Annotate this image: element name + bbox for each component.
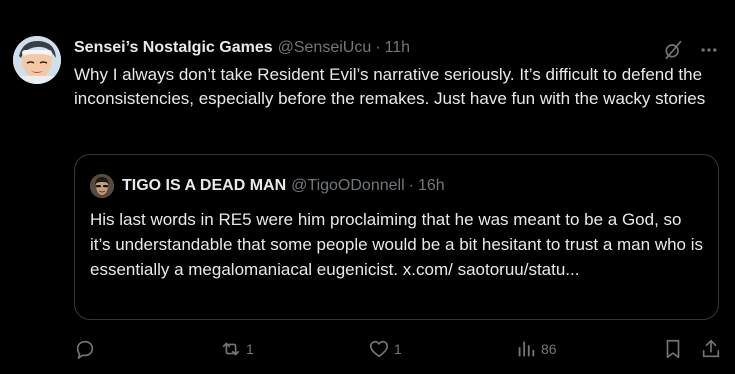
repost-icon [220, 338, 242, 360]
reply-button[interactable] [74, 336, 100, 362]
separator-dot: · [408, 177, 414, 194]
like-count: 1 [394, 341, 402, 357]
bookmark-button[interactable] [662, 336, 684, 362]
like-button[interactable]: 1 [368, 336, 402, 362]
repost-count: 1 [246, 341, 254, 357]
share-icon [700, 338, 722, 360]
quote-author-avatar[interactable] [90, 174, 114, 198]
author-handle[interactable]: @SenseiUcu [278, 39, 372, 57]
views-button[interactable]: 86 [515, 336, 557, 362]
reply-icon [74, 338, 96, 360]
post-time[interactable]: 11h [385, 39, 411, 57]
quote-author-name[interactable]: TIGO IS A DEAD MAN [122, 177, 286, 195]
views-count: 86 [541, 341, 557, 357]
tweet[interactable]: Sensei’s Nostalgic Games @SenseiUcu · 11… [0, 0, 735, 374]
author-name[interactable]: Sensei’s Nostalgic Games [74, 39, 273, 57]
post-header: Sensei’s Nostalgic Games @SenseiUcu · 11… [74, 37, 410, 59]
like-icon [368, 338, 390, 360]
grok-icon[interactable] [661, 38, 685, 62]
quote-text: His last words in RE5 were him proclaimi… [90, 210, 704, 279]
quote-time[interactable]: 16h [418, 177, 445, 195]
action-bar: 1 1 86 [74, 336, 724, 362]
views-icon [515, 338, 537, 360]
quote-header: TIGO IS A DEAD MAN @TigoODonnell · 16h [90, 174, 445, 198]
share-button[interactable] [700, 336, 722, 362]
post-text: Why I always don’t take Resident Evil’s … [74, 65, 706, 108]
more-icon[interactable] [697, 38, 721, 62]
top-actions [661, 38, 721, 62]
repost-button[interactable]: 1 [220, 336, 254, 362]
quoted-tweet[interactable]: TIGO IS A DEAD MAN @TigoODonnell · 16h H… [74, 154, 719, 320]
author-avatar[interactable] [13, 36, 61, 84]
bookmark-icon [662, 338, 684, 360]
separator-dot: · [375, 39, 381, 56]
quote-author-handle[interactable]: @TigoODonnell [291, 177, 404, 195]
